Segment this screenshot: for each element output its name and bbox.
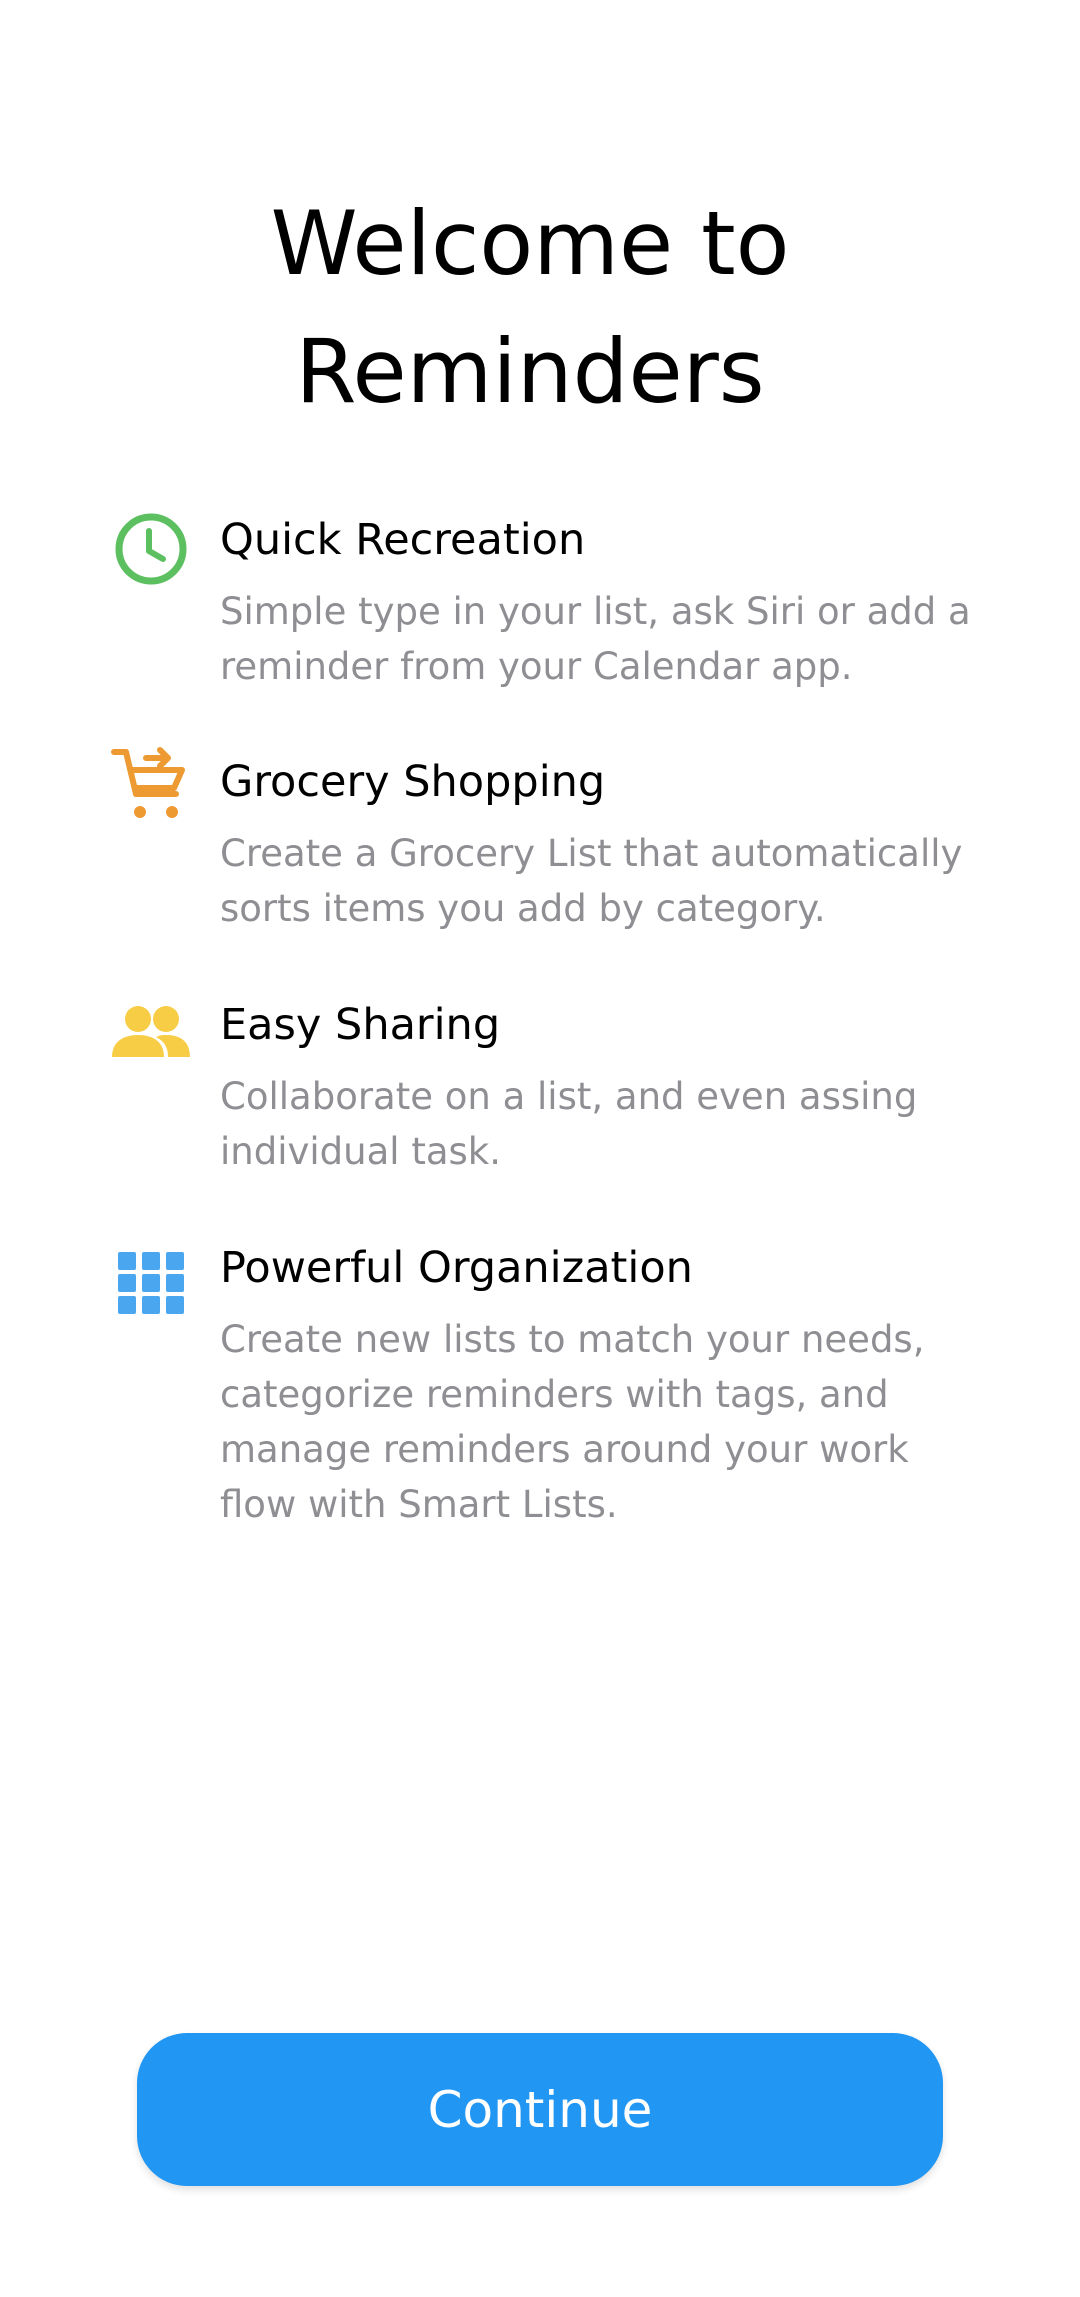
feature-title: Easy Sharing	[220, 1000, 501, 1050]
people-icon	[110, 993, 192, 1075]
feature-description: Simple type in your list, ask Siri or ad…	[220, 590, 971, 688]
feature-title: Powerful Organization	[220, 1243, 693, 1293]
feature-description: Collaborate on a list, and even assing i…	[220, 1075, 918, 1173]
clock-icon	[110, 508, 192, 590]
grid-icon	[110, 1242, 192, 1324]
feature-title: Grocery Shopping	[220, 757, 606, 807]
continue-button[interactable]: Continue	[137, 2033, 943, 2186]
feature-description: Create new lists to match your needs, ca…	[220, 1318, 925, 1526]
page-title-line1: Welcome to	[270, 192, 790, 295]
feature-title: Quick Recreation	[220, 515, 586, 565]
page-title: Welcome to Reminders	[0, 180, 1060, 436]
shopping-cart-icon	[110, 744, 192, 826]
feature-description: Create a Grocery List that automatically…	[220, 832, 963, 930]
page-title-line2: Reminders	[295, 320, 765, 423]
